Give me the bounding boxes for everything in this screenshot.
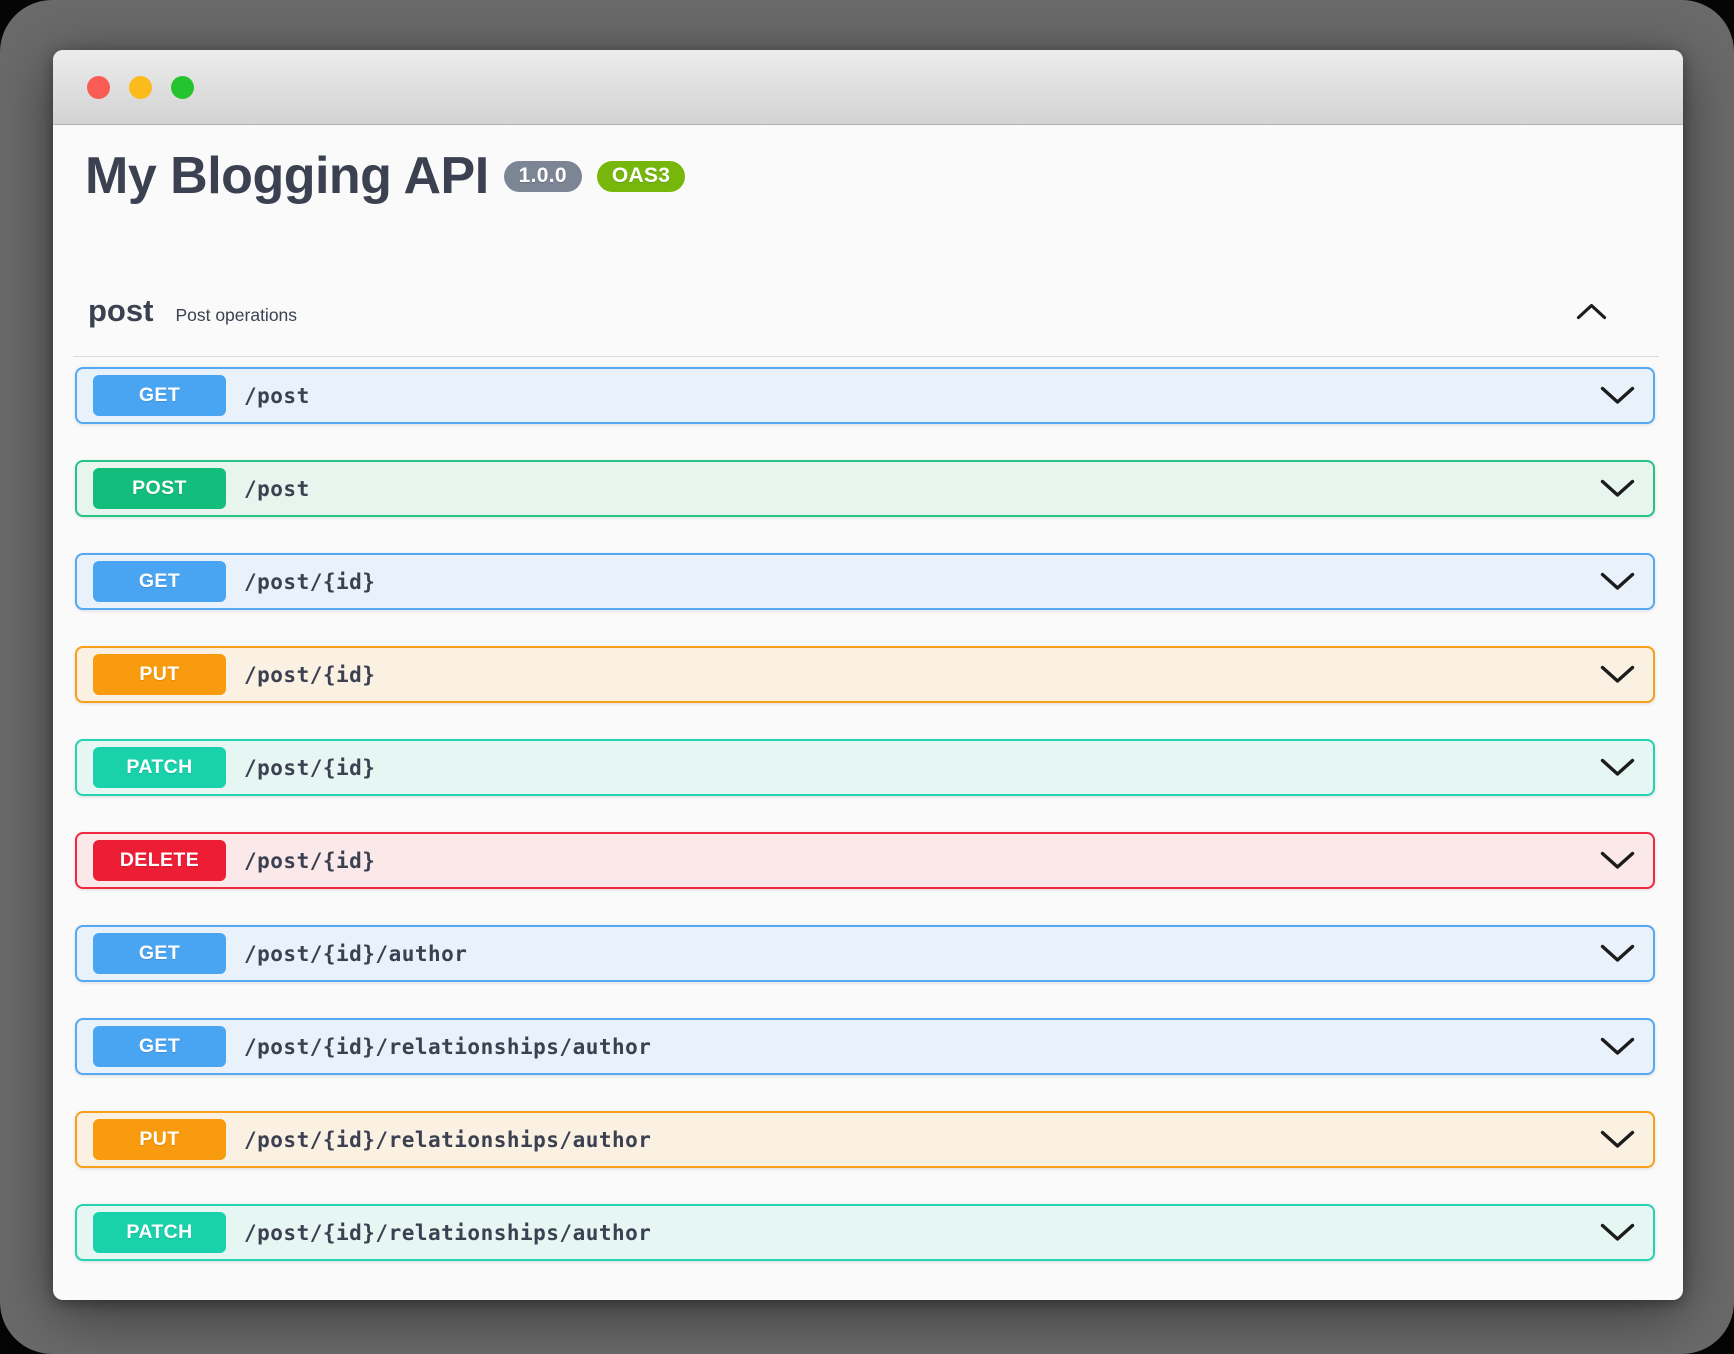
operation-row[interactable]: PATCH /post/{id} [75, 739, 1655, 796]
tag-section-header[interactable]: post Post operations [88, 294, 1651, 328]
http-method-badge: PATCH [93, 747, 226, 788]
http-method-badge: GET [93, 561, 226, 602]
operations-list: GET /post POST /post GET /post/{id} [53, 367, 1683, 1261]
tag-name: post [88, 294, 153, 328]
http-method-badge: PATCH [93, 1212, 226, 1253]
operation-row[interactable]: GET /post/{id}/relationships/author [75, 1018, 1655, 1075]
chevron-down-icon[interactable] [1600, 1223, 1637, 1242]
operation-row[interactable]: DELETE /post/{id} [75, 832, 1655, 889]
operation-path: /post [244, 477, 310, 501]
chevron-down-icon[interactable] [1600, 479, 1637, 498]
operation-row[interactable]: PUT /post/{id} [75, 646, 1655, 703]
operation-row[interactable]: GET /post/{id} [75, 553, 1655, 610]
minimize-window-button[interactable] [129, 76, 152, 99]
chevron-down-icon[interactable] [1600, 758, 1637, 777]
chevron-down-icon[interactable] [1600, 386, 1637, 405]
operation-row[interactable]: PUT /post/{id}/relationships/author [75, 1111, 1655, 1168]
chevron-down-icon[interactable] [1600, 1130, 1637, 1149]
api-header: My Blogging API 1.0.0 OAS3 [85, 148, 1651, 204]
http-method-badge: GET [93, 933, 226, 974]
oas-badge: OAS3 [597, 161, 685, 192]
http-method-badge: POST [93, 468, 226, 509]
chevron-down-icon[interactable] [1600, 665, 1637, 684]
http-method-badge: PUT [93, 654, 226, 695]
api-title: My Blogging API [85, 148, 489, 204]
app-window: My Blogging API 1.0.0 OAS3 post Post ope… [53, 50, 1683, 1300]
close-window-button[interactable] [87, 76, 110, 99]
operation-row[interactable]: GET /post/{id}/author [75, 925, 1655, 982]
http-method-badge: GET [93, 1026, 226, 1067]
operation-path: /post/{id}/relationships/author [244, 1035, 651, 1059]
chevron-up-icon[interactable] [1576, 303, 1607, 320]
operation-row[interactable]: PATCH /post/{id}/relationships/author [75, 1204, 1655, 1261]
operation-path: /post [244, 384, 310, 408]
swagger-content: My Blogging API 1.0.0 OAS3 post Post ope… [53, 148, 1683, 1261]
section-divider [73, 356, 1659, 357]
operation-path: /post/{id}/author [244, 942, 467, 966]
chevron-down-icon[interactable] [1600, 572, 1637, 591]
operation-row[interactable]: GET /post [75, 367, 1655, 424]
operation-path: /post/{id} [244, 849, 375, 873]
operation-path: /post/{id}/relationships/author [244, 1128, 651, 1152]
operation-path: /post/{id} [244, 756, 375, 780]
zoom-window-button[interactable] [171, 76, 194, 99]
operation-row[interactable]: POST /post [75, 460, 1655, 517]
chevron-down-icon[interactable] [1600, 944, 1637, 963]
version-badge: 1.0.0 [504, 161, 582, 192]
http-method-badge: GET [93, 375, 226, 416]
operation-path: /post/{id}/relationships/author [244, 1221, 651, 1245]
operation-path: /post/{id} [244, 663, 375, 687]
window-titlebar [53, 50, 1683, 125]
operation-path: /post/{id} [244, 570, 375, 594]
http-method-badge: PUT [93, 1119, 226, 1160]
chevron-down-icon[interactable] [1600, 1037, 1637, 1056]
tag-description: Post operations [175, 305, 297, 326]
chevron-down-icon[interactable] [1600, 851, 1637, 870]
http-method-badge: DELETE [93, 840, 226, 881]
